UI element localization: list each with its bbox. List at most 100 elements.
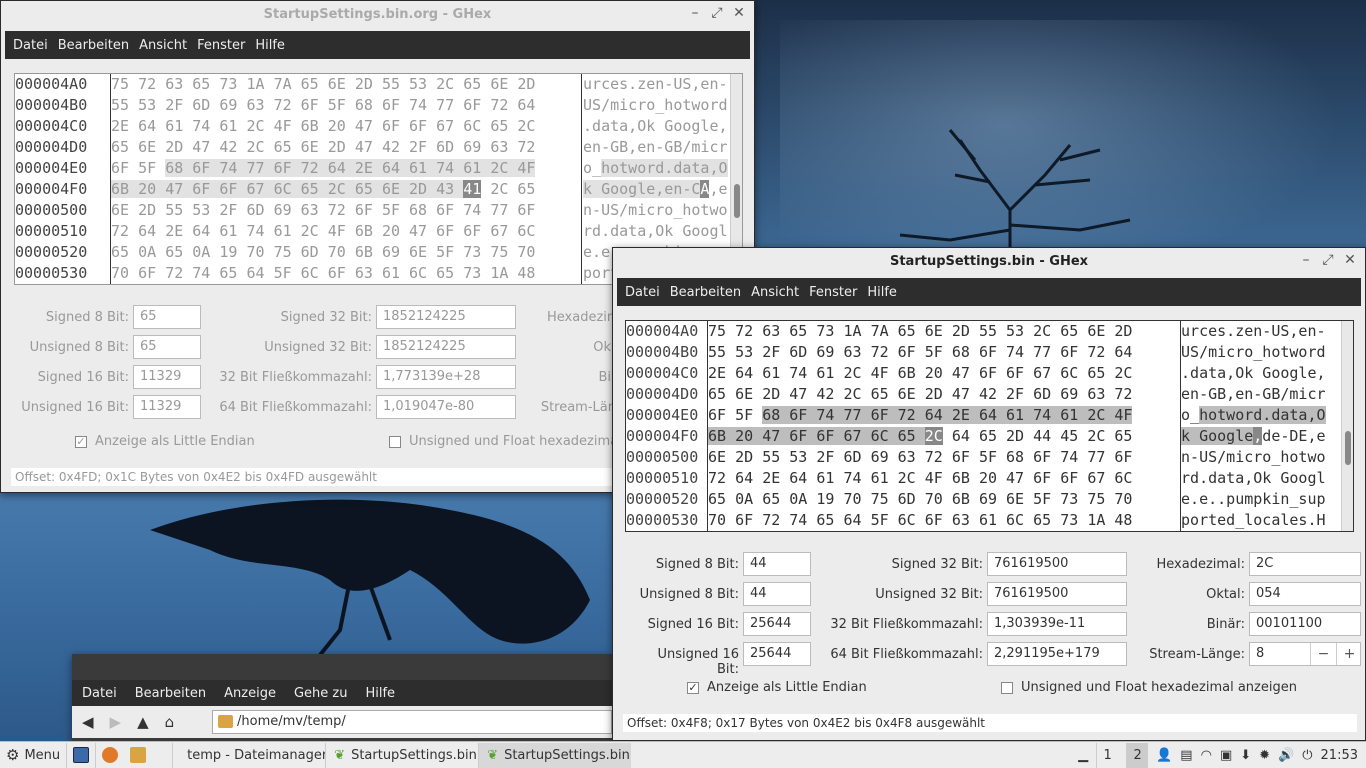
- ascii-char[interactable]: ,: [1226, 364, 1235, 382]
- hex-byte[interactable]: 55: [979, 322, 997, 340]
- ascii-char[interactable]: d: [1316, 343, 1325, 361]
- hex-byte[interactable]: 20: [735, 427, 754, 445]
- signed16-field[interactable]: 11329: [133, 365, 201, 389]
- hex-byte[interactable]: 6F: [273, 159, 292, 177]
- hex-byte[interactable]: 6F: [192, 159, 211, 177]
- ascii-char[interactable]: G: [1208, 385, 1217, 403]
- ascii-char[interactable]: r: [1235, 343, 1244, 361]
- hex-byte[interactable]: 42: [979, 385, 997, 403]
- ascii-char[interactable]: u: [583, 75, 592, 93]
- hex-byte[interactable]: 2F: [762, 343, 780, 361]
- ascii-char[interactable]: G: [601, 180, 611, 198]
- hex-byte[interactable]: 6F: [952, 448, 970, 466]
- ascii-char[interactable]: c: [1199, 322, 1208, 340]
- hex-byte[interactable]: 2D: [138, 201, 156, 219]
- hex-byte[interactable]: 65: [165, 243, 183, 261]
- hex-byte[interactable]: 64: [192, 222, 210, 240]
- hex-byte[interactable]: 5F: [1033, 490, 1051, 508]
- hex-byte[interactable]: 65: [192, 75, 210, 93]
- hex-byte[interactable]: 2D: [409, 180, 428, 198]
- ascii-char[interactable]: k: [583, 180, 593, 198]
- titlebar[interactable]: StartupSettings.bin - GHex – ⤢ ✕: [613, 248, 1365, 274]
- hex-byte[interactable]: 69: [382, 243, 400, 261]
- up-arrow-icon[interactable]: ▲: [137, 713, 149, 731]
- ascii-char[interactable]: S: [1208, 448, 1217, 466]
- ascii-char[interactable]: p: [1316, 490, 1325, 508]
- ascii-char[interactable]: n: [646, 138, 655, 156]
- hex-byte[interactable]: 65: [708, 490, 726, 508]
- ascii-char[interactable]: o: [1262, 448, 1271, 466]
- maximize-icon[interactable]: ⤢: [1321, 252, 1335, 268]
- ascii-char[interactable]: w: [628, 159, 638, 177]
- hex-byte[interactable]: 61: [463, 159, 482, 177]
- hex-byte[interactable]: 74: [436, 159, 455, 177]
- ascii-char[interactable]: a: [1217, 364, 1226, 382]
- hex-byte[interactable]: 75: [708, 322, 726, 340]
- ascii-char[interactable]: l: [1244, 511, 1253, 529]
- ascii-char[interactable]: n: [592, 138, 601, 156]
- menu-datei[interactable]: Datei: [13, 38, 48, 53]
- hex-byte[interactable]: 4F: [328, 222, 346, 240]
- fm-menu-datei[interactable]: Datei: [82, 686, 117, 701]
- ascii-char[interactable]: o: [673, 117, 682, 135]
- little-endian-checkbox[interactable]: ✓ Anzeige als Little Endian: [687, 680, 867, 695]
- ascii-char[interactable]: k: [1262, 490, 1271, 508]
- unsigned16-field[interactable]: 25644: [743, 642, 811, 666]
- hex-byte[interactable]: 2C: [898, 469, 916, 487]
- ascii-char[interactable]: d: [592, 117, 601, 135]
- ascii-char[interactable]: o: [673, 96, 682, 114]
- hex-byte[interactable]: 1A: [1087, 511, 1105, 529]
- hex-byte[interactable]: 2D: [1006, 427, 1024, 445]
- ascii-char[interactable]: ,: [1226, 385, 1235, 403]
- hex-byte[interactable]: 6F: [355, 201, 373, 219]
- hex-byte[interactable]: 6C: [517, 222, 535, 240]
- ascii-char[interactable]: [655, 117, 664, 135]
- hex-byte[interactable]: 61: [382, 264, 400, 282]
- hex-byte[interactable]: 68: [409, 201, 427, 219]
- ascii-char[interactable]: ,: [1244, 469, 1253, 487]
- ascii-char[interactable]: e: [718, 180, 727, 198]
- ascii-char[interactable]: h: [1262, 343, 1271, 361]
- ascii-char[interactable]: a: [1235, 469, 1244, 487]
- hex-byte[interactable]: 75: [871, 490, 889, 508]
- ascii-char[interactable]: s: [619, 75, 628, 93]
- float64-field[interactable]: 2,291195e+179: [987, 642, 1127, 666]
- hex-byte[interactable]: 6F: [708, 406, 726, 424]
- ascii-char[interactable]: G: [1262, 364, 1271, 382]
- ascii-char[interactable]: d: [1262, 427, 1271, 445]
- fm-menu-bearbeiten[interactable]: Bearbeiten: [135, 686, 206, 701]
- ascii-char[interactable]: s: [1217, 322, 1226, 340]
- octal-field[interactable]: 054: [1249, 582, 1361, 606]
- ascii-char[interactable]: n: [1181, 448, 1190, 466]
- hex-byte[interactable]: 6C: [1060, 364, 1078, 382]
- ascii-char[interactable]: l: [718, 222, 727, 240]
- ascii-char[interactable]: .: [601, 222, 610, 240]
- hex-byte[interactable]: 70: [246, 243, 264, 261]
- hex-byte[interactable]: 6E: [735, 385, 753, 403]
- ascii-char[interactable]: i: [1235, 448, 1244, 466]
- display-icon[interactable]: ▣: [1220, 748, 1232, 763]
- hex-byte[interactable]: 2C: [843, 385, 861, 403]
- hex-byte[interactable]: 61: [979, 511, 997, 529]
- hex-byte[interactable]: 44: [1033, 427, 1051, 445]
- ascii-char[interactable]: c: [1244, 448, 1253, 466]
- hex-byte[interactable]: 64: [735, 469, 753, 487]
- ascii-char[interactable]: a: [1271, 511, 1280, 529]
- hex-byte[interactable]: 74: [816, 406, 835, 424]
- ascii-char[interactable]: m: [1208, 343, 1217, 361]
- ascii-char[interactable]: e: [601, 243, 610, 261]
- hex-byte[interactable]: 47: [1006, 469, 1024, 487]
- ascii-char[interactable]: r: [592, 75, 601, 93]
- hex-byte[interactable]: 72: [1114, 385, 1132, 403]
- ascii-char[interactable]: O: [1253, 469, 1262, 487]
- hex-byte[interactable]: 47: [355, 117, 373, 135]
- ascii-char[interactable]: _: [1190, 406, 1199, 424]
- hex-byte[interactable]: 1A: [246, 75, 264, 93]
- signed32-field[interactable]: 1852124225: [376, 305, 516, 329]
- hex-byte[interactable]: 64: [924, 406, 943, 424]
- hex-byte[interactable]: 73: [219, 75, 237, 93]
- hex-byte[interactable]: 72: [762, 511, 780, 529]
- hex-byte[interactable]: 6E: [111, 201, 129, 219]
- hex-byte[interactable]: 70: [1114, 490, 1132, 508]
- ascii-char[interactable]: .: [1181, 364, 1190, 382]
